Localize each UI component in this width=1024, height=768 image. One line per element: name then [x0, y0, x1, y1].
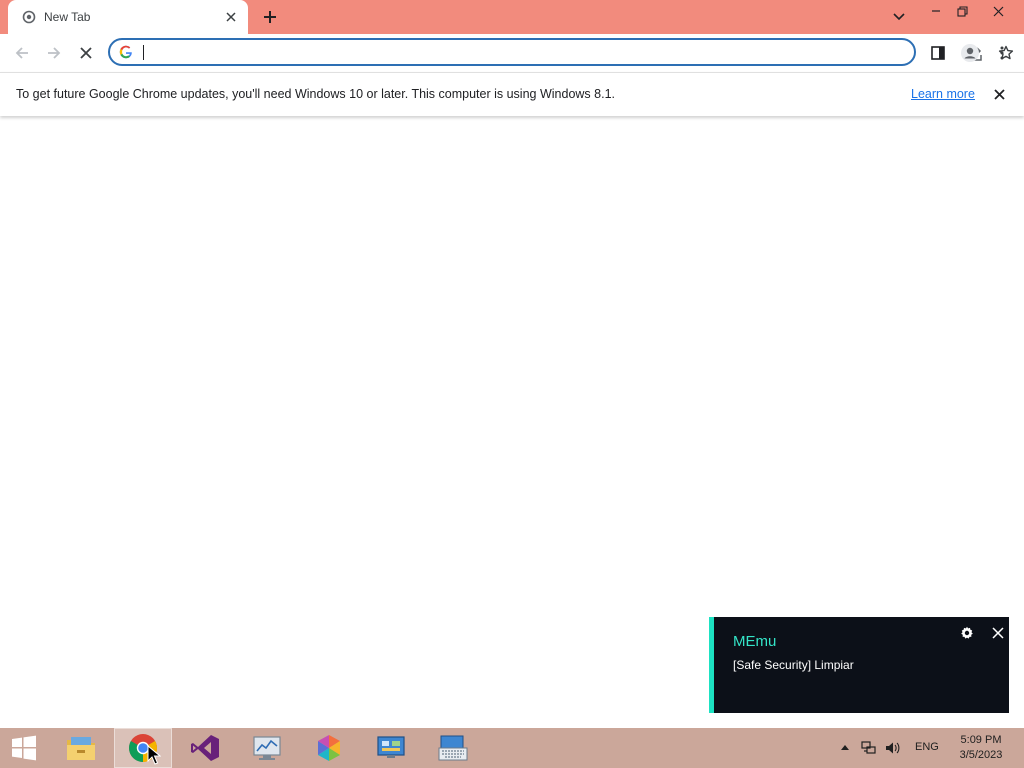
chrome-tab-favicon-icon [22, 10, 36, 24]
clock-time: 5:09 PM [960, 734, 1002, 746]
google-g-icon [119, 45, 133, 59]
notification-app-name: MEmu [733, 633, 777, 650]
info-bar-close-icon[interactable] [990, 85, 1008, 103]
more-menu-icon[interactable] [987, 38, 1017, 68]
input-language[interactable]: ENG [915, 741, 939, 753]
update-info-bar: To get future Google Chrome updates, you… [0, 72, 1024, 116]
gear-icon[interactable] [958, 624, 976, 642]
notification-body: [Safe Security] Limpiar [733, 658, 854, 672]
tab-close-icon[interactable] [222, 8, 240, 26]
tab-strip: New Tab [0, 0, 1024, 34]
windows-taskbar: ENG 5:09 PM 3/5/2023 [0, 728, 1024, 768]
info-bar-message: To get future Google Chrome updates, you… [16, 87, 615, 101]
start-button[interactable] [0, 728, 48, 768]
taskbar-visual-studio-icon[interactable] [176, 728, 234, 768]
new-tab-button[interactable] [258, 5, 282, 29]
volume-icon[interactable] [884, 740, 902, 756]
address-bar[interactable] [108, 38, 1014, 66]
taskbar-file-explorer-icon[interactable] [52, 728, 110, 768]
tab-title: New Tab [44, 10, 91, 24]
network-icon[interactable] [860, 740, 878, 756]
taskbar-memu-icon[interactable] [300, 728, 358, 768]
window-restore-button[interactable] [945, 0, 979, 22]
forward-button[interactable] [39, 38, 69, 68]
clock-date: 3/5/2023 [959, 749, 1003, 761]
notification-close-icon[interactable] [989, 624, 1007, 642]
tab-new-tab[interactable]: New Tab [8, 0, 248, 34]
taskbar-control-panel-icon[interactable] [362, 728, 420, 768]
mouse-cursor-icon [147, 745, 161, 765]
window-close-button[interactable] [981, 0, 1015, 22]
tray-chevron-up-icon[interactable] [838, 740, 852, 754]
text-caret [143, 45, 144, 60]
taskbar-clock[interactable]: 5:09 PM 3/5/2023 [952, 733, 1010, 763]
address-input[interactable] [142, 43, 842, 61]
stop-loading-button[interactable] [71, 38, 101, 68]
taskbar-chrome-icon[interactable] [114, 728, 172, 768]
taskbar-on-screen-keyboard-icon[interactable] [424, 728, 482, 768]
profile-avatar[interactable] [955, 38, 985, 68]
side-panel-button[interactable] [923, 38, 953, 68]
tab-search-chevron-down-icon[interactable] [888, 6, 910, 28]
learn-more-link[interactable]: Learn more [911, 87, 975, 101]
browser-toolbar [0, 34, 1024, 72]
taskbar-performance-monitor-icon[interactable] [238, 728, 296, 768]
notification-toast[interactable]: MEmu [Safe Security] Limpiar [709, 617, 1009, 713]
back-button[interactable] [7, 38, 37, 68]
